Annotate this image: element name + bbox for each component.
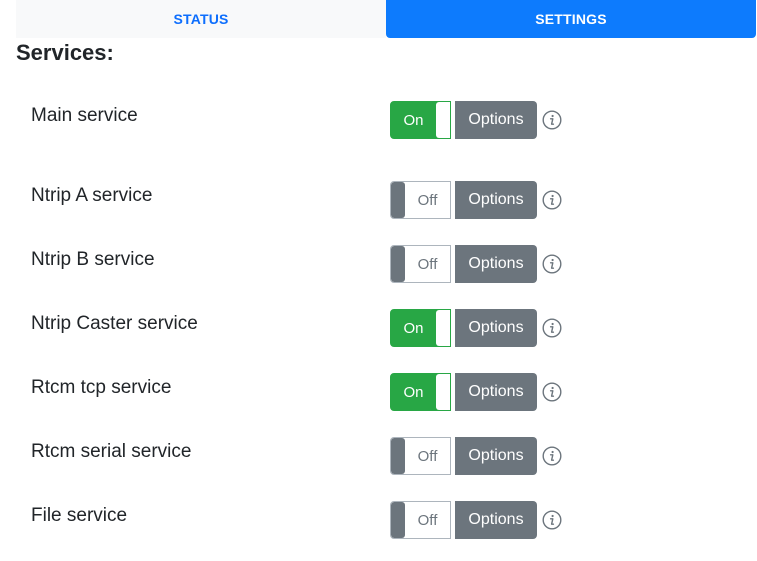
tab-settings[interactable]: SETTINGS — [386, 0, 756, 38]
service-row-rtcm-serial: Rtcm serial service Off Options — [0, 437, 757, 475]
service-row-ntrip-a: Ntrip A service Off Options — [0, 181, 757, 219]
tab-bar: STATUS SETTINGS — [16, 0, 756, 38]
service-toggle[interactable]: On — [390, 101, 451, 139]
service-label: Ntrip B service — [31, 249, 155, 270]
toggle-state-label: On — [403, 383, 424, 401]
info-icon[interactable] — [542, 446, 562, 466]
toggle-knob — [391, 438, 405, 474]
toggle-state-label: On — [403, 111, 424, 129]
toggle-knob — [436, 310, 450, 346]
info-icon[interactable] — [542, 382, 562, 402]
info-icon[interactable] — [542, 318, 562, 338]
service-row-file: File service Off Options — [0, 501, 757, 539]
options-button[interactable]: Options — [455, 181, 537, 219]
service-label: Ntrip Caster service — [31, 313, 198, 334]
tab-status[interactable]: STATUS — [16, 0, 386, 38]
toggle-state-label: Off — [417, 255, 438, 273]
toggle-state-label: On — [403, 319, 424, 337]
service-row-ntrip-b: Ntrip B service Off Options — [0, 245, 757, 283]
toggle-knob — [391, 246, 405, 282]
toggle-knob — [391, 502, 405, 538]
options-button[interactable]: Options — [455, 309, 537, 347]
options-button[interactable]: Options — [455, 437, 537, 475]
info-icon[interactable] — [542, 110, 562, 130]
service-row-rtcm-tcp: Rtcm tcp service On Options — [0, 373, 757, 411]
options-button[interactable]: Options — [455, 501, 537, 539]
toggle-knob — [436, 102, 450, 138]
toggle-state-label: Off — [417, 191, 438, 209]
service-label: Ntrip A service — [31, 185, 153, 206]
service-toggle[interactable]: On — [390, 309, 451, 347]
service-toggle[interactable]: Off — [390, 437, 451, 475]
service-toggle[interactable]: Off — [390, 501, 451, 539]
toggle-knob — [436, 374, 450, 410]
service-label: Main service — [31, 105, 138, 126]
toggle-knob — [391, 182, 405, 218]
options-button[interactable]: Options — [455, 101, 537, 139]
service-label: Rtcm serial service — [31, 441, 192, 462]
info-icon[interactable] — [542, 254, 562, 274]
toggle-state-label: Off — [417, 447, 438, 465]
service-toggle[interactable]: Off — [390, 245, 451, 283]
service-row-ntrip-caster: Ntrip Caster service On Options — [0, 309, 757, 347]
service-row-main: Main service On Options — [0, 101, 757, 139]
info-icon[interactable] — [542, 190, 562, 210]
info-icon[interactable] — [542, 510, 562, 530]
service-label: File service — [31, 505, 128, 526]
section-title: Services: — [16, 40, 114, 65]
service-toggle[interactable]: On — [390, 373, 451, 411]
service-label: Rtcm tcp service — [31, 377, 172, 398]
toggle-state-label: Off — [417, 511, 438, 529]
service-toggle[interactable]: Off — [390, 181, 451, 219]
options-button[interactable]: Options — [455, 373, 537, 411]
options-button[interactable]: Options — [455, 245, 537, 283]
